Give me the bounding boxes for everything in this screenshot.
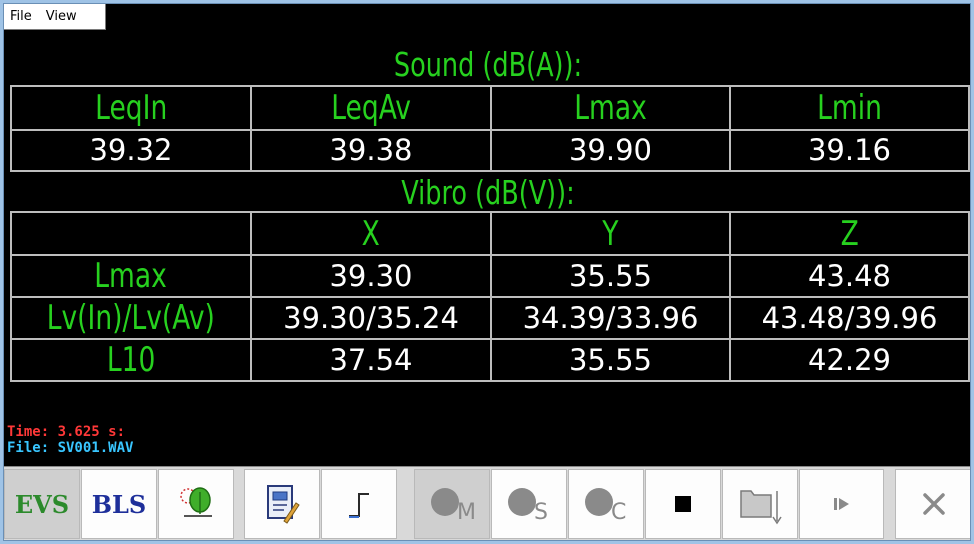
table-row: Lv(In)/Lv(Av) 39.30/35.24 34.39/33.96 43… — [10, 296, 970, 340]
app-window: File View Sound (dB(A)): LeqIn LeqAv Lma… — [3, 3, 971, 541]
vibro-header-z: Z — [840, 213, 859, 254]
bls-label: BLS — [91, 489, 147, 519]
record-s-icon: S — [502, 482, 556, 526]
report-icon — [267, 485, 300, 524]
value-cell: 43.48/39.96 — [729, 296, 970, 340]
value-cell: 42.29 — [729, 338, 970, 382]
vibro-l10-z: 42.29 — [807, 342, 892, 377]
toolbar: EVS BLS M S C — [4, 466, 970, 540]
sound-value-cell: 39.32 — [10, 129, 252, 172]
tree-button[interactable] — [158, 469, 234, 539]
sound-value-lmax: 39.90 — [568, 133, 653, 167]
sound-title: Sound (dB(A)): — [393, 45, 583, 84]
row-label-cell: Lmax — [10, 254, 252, 298]
step-icon — [349, 493, 369, 518]
report-button[interactable] — [244, 469, 320, 539]
table-row: L10 37.54 35.55 42.29 — [10, 338, 970, 382]
row-label-lmax: Lmax — [94, 256, 168, 296]
tree-icon — [180, 487, 212, 517]
vibro-lmax-z: 43.48 — [807, 258, 892, 293]
value-cell: 35.55 — [490, 254, 731, 298]
vibro-header-cell: X — [250, 211, 492, 256]
row-label-l10: L10 — [106, 340, 156, 380]
record-c-icon: C — [579, 482, 633, 526]
vibro-l10-x: 37.54 — [329, 342, 413, 377]
record-s-button[interactable]: S — [491, 469, 567, 539]
vibro-lv-x: 39.30/35.24 — [283, 300, 459, 335]
vibro-lmax-x: 39.30 — [329, 258, 413, 293]
row-label-cell: Lv(In)/Lv(Av) — [10, 296, 252, 340]
record-c-label: C — [611, 500, 627, 525]
value-cell: 35.55 — [490, 338, 731, 382]
vibro-l10-y: 35.55 — [568, 342, 653, 377]
vibro-lv-z: 43.48/39.96 — [761, 300, 938, 335]
status-area: Time: 3.625 s: File: SV001.WAV — [7, 424, 133, 456]
sound-value-leqin: 39.32 — [89, 133, 173, 167]
sound-header-cell: Lmax — [490, 85, 731, 131]
vibro-title: Vibro (dB(V)): — [401, 173, 575, 212]
sound-header-leqin: LeqIn — [94, 88, 168, 128]
sound-header-lmin: Lmin — [817, 88, 882, 128]
sound-header-lmax: Lmax — [574, 88, 647, 128]
value-cell: 43.48 — [729, 254, 970, 298]
record-m-button[interactable]: M — [414, 469, 490, 539]
bls-button[interactable]: BLS — [81, 469, 157, 539]
sound-header-cell: LeqIn — [10, 85, 252, 131]
vibro-header-y: Y — [602, 213, 619, 254]
sound-header-leqav: LeqAv — [331, 88, 411, 128]
table-row: Lmax 39.30 35.55 43.48 — [10, 254, 970, 298]
sound-value-cell: 39.38 — [250, 129, 492, 172]
sound-header-cell: Lmin — [729, 85, 970, 131]
vibro-header-cell: Y — [490, 211, 731, 256]
folder-icon — [740, 490, 782, 525]
file-readout: File: SV001.WAV — [7, 440, 134, 456]
folder-button[interactable] — [722, 469, 798, 539]
value-cell: 39.30 — [250, 254, 492, 298]
vibro-header-x: X — [361, 213, 381, 254]
step-button[interactable] — [321, 469, 397, 539]
sound-value-cell: 39.16 — [729, 129, 970, 172]
vibro-header-cell: Z — [729, 211, 970, 256]
sound-header-cell: LeqAv — [250, 85, 492, 131]
row-label-cell: L10 — [10, 338, 252, 382]
row-label-lv: Lv(In)/Lv(Av) — [46, 298, 216, 338]
stop-icon — [675, 496, 691, 512]
record-m-label: M — [457, 500, 476, 525]
sound-value-leqav: 39.38 — [329, 133, 413, 167]
stop-button[interactable] — [645, 469, 721, 539]
play-icon — [833, 498, 849, 510]
value-cell: 39.30/35.24 — [250, 296, 492, 340]
value-cell: 37.54 — [250, 338, 492, 382]
sound-value-lmin: 39.16 — [807, 133, 892, 167]
close-icon — [922, 493, 945, 515]
menu-bar: File View — [4, 4, 106, 30]
record-m-icon: M — [425, 482, 479, 526]
record-s-label: S — [534, 500, 548, 525]
close-button[interactable] — [895, 469, 970, 539]
record-c-button[interactable]: C — [568, 469, 644, 539]
vibro-corner-cell — [10, 211, 252, 256]
vibro-lv-y: 34.39/33.96 — [522, 300, 699, 335]
sound-value-cell: 39.90 — [490, 129, 731, 172]
evs-button[interactable]: EVS — [4, 469, 80, 539]
vibro-lmax-y: 35.55 — [568, 258, 653, 293]
menu-view[interactable]: View — [46, 9, 77, 24]
menu-file[interactable]: File — [10, 9, 32, 24]
evs-label: EVS — [14, 489, 70, 519]
value-cell: 34.39/33.96 — [490, 296, 731, 340]
play-button[interactable] — [799, 469, 884, 539]
time-readout: Time: 3.625 s: — [7, 424, 126, 440]
vibro-table: X Y Z Lmax 39.30 35.55 43.48 Lv(In)/Lv(A… — [10, 211, 970, 382]
sound-table: LeqIn LeqAv Lmax Lmin 39.32 39.38 39.90 … — [10, 85, 970, 172]
